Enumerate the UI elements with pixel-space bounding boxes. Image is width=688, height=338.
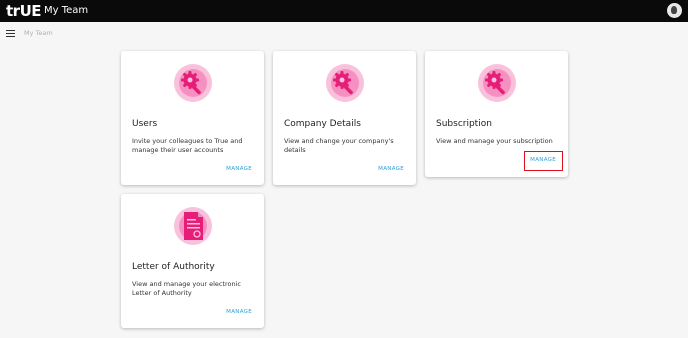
breadcrumb: My Team [24,29,53,37]
card-title: Company Details [284,119,361,129]
card-title: Letter of Authority [132,262,215,272]
breadcrumb-bar: My Team [0,22,688,44]
highlight-box [524,151,563,171]
card-description: View and change your company's details [284,137,394,154]
card-description: View and manage your subscription [436,137,553,145]
settings-wrench-icon [425,63,568,103]
settings-wrench-icon [121,63,264,103]
manage-button[interactable]: MANAGE [226,166,252,172]
top-bar: trUE My Team [0,0,688,22]
card-letter-of-authority: Letter of Authority View and manage your… [121,194,264,328]
card-company-details: Company Details View and change your com… [273,51,416,185]
card-title: Users [132,119,158,129]
settings-wrench-icon [273,63,416,103]
true-logo[interactable]: trUE [6,2,42,20]
user-avatar[interactable] [667,3,682,18]
card-users: Users Invite your colleagues to True and… [121,51,264,185]
page-title: My Team [44,5,89,16]
card-title: Subscription [436,119,492,129]
hamburger-menu-icon[interactable] [6,30,15,38]
manage-button[interactable]: MANAGE [378,166,404,172]
document-icon [121,206,264,246]
card-description: View and manage your electronic Letter o… [132,280,242,297]
card-description: Invite your colleagues to True and manag… [132,137,243,154]
manage-button[interactable]: MANAGE [226,309,252,315]
